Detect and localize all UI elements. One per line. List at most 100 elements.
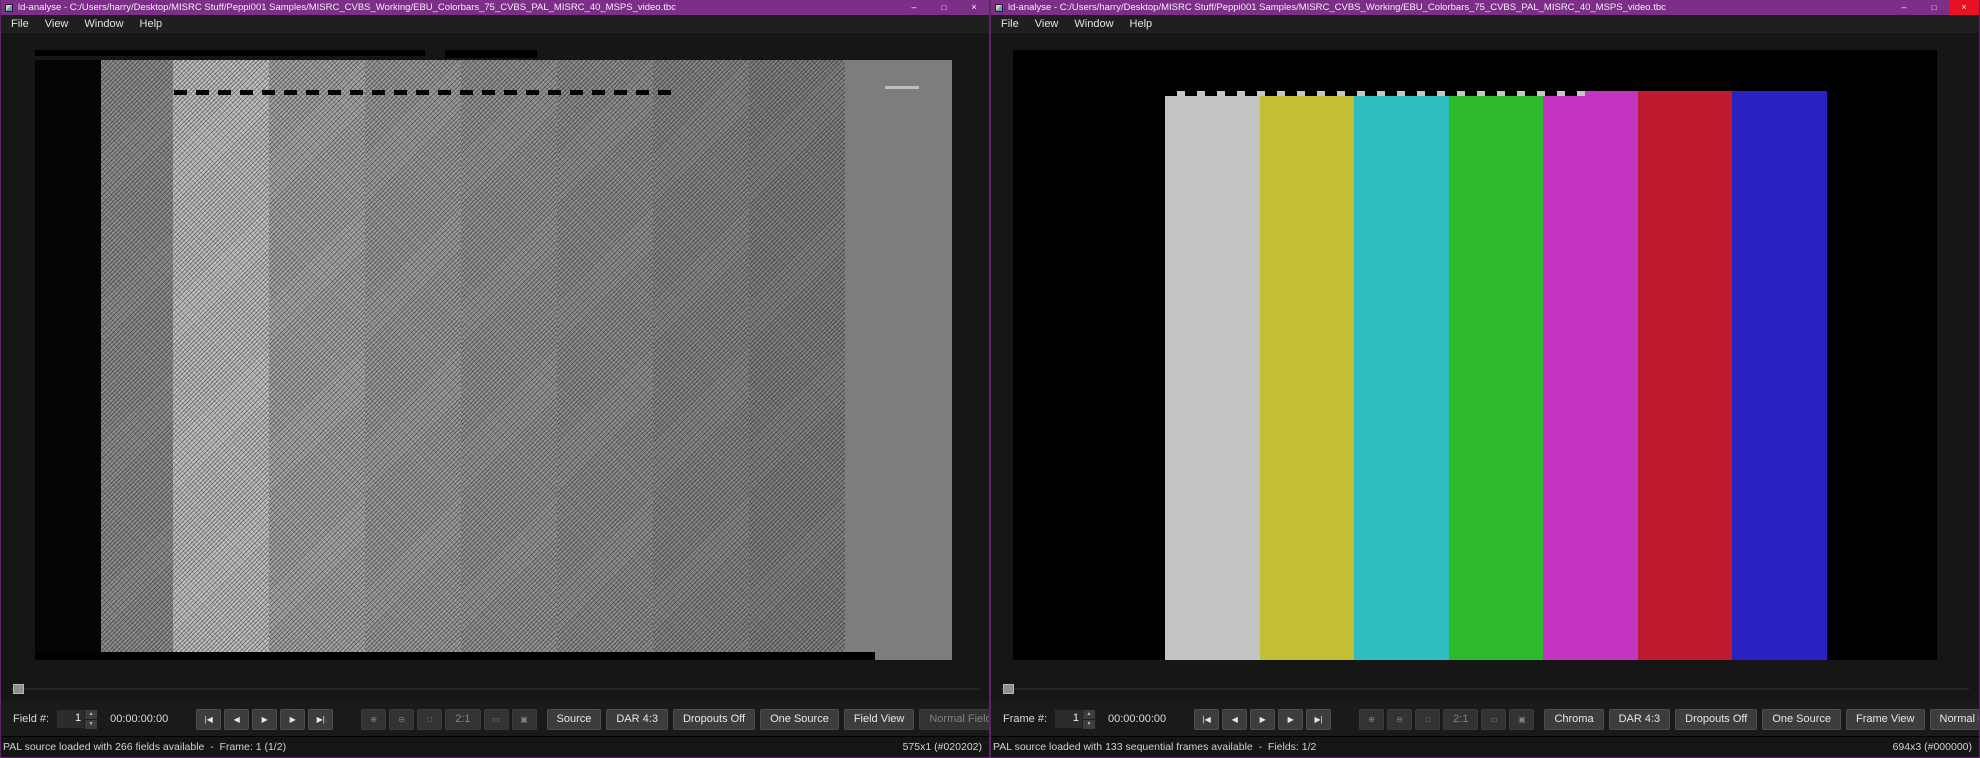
white-reference-dash [885, 86, 919, 89]
zoom-out-button[interactable]: ⊖ [1387, 708, 1413, 730]
menu-help[interactable]: Help [132, 15, 171, 34]
display-toggles: Source DAR 4:3 Dropouts Off One Source F… [546, 708, 989, 730]
chroma-mode-button[interactable]: Chroma [1544, 708, 1604, 730]
maximize-button[interactable]: □ [929, 0, 959, 15]
zoom-ratio-button[interactable]: 2:1 [445, 708, 481, 730]
status-message: PAL source loaded with 133 sequential fr… [993, 741, 1317, 753]
video-black-edge [35, 60, 101, 660]
spin-up-icon[interactable]: ▲ [84, 710, 98, 720]
desktop: ld-analyse - C:/Users/harry/Desktop/MISR… [0, 0, 1980, 758]
video-frame-luma[interactable] [35, 50, 952, 660]
position-value: 1 [1072, 712, 1080, 724]
zoom-in-button[interactable]: ⊕ [361, 708, 387, 730]
status-message: PAL source loaded with 266 fields availa… [3, 741, 287, 753]
source-mode-button[interactable]: Source [546, 708, 602, 730]
view-mode-button[interactable]: Frame View [1846, 708, 1925, 730]
teletext-dashes [174, 90, 679, 95]
view-mode-button[interactable]: Field View [843, 708, 915, 730]
position-value: 1 [74, 712, 82, 724]
position-spinbox[interactable]: 1 ▲ ▼ [1054, 709, 1097, 729]
timecode: 00:00:00:00 [110, 713, 169, 725]
playback-controls: |◀ ◀ ▶ ▶ ▶| [1194, 708, 1332, 730]
timecode: 00:00:00:00 [1108, 713, 1167, 725]
luma-bar-4 [461, 60, 557, 660]
tool-option-2-button[interactable]: ▣ [511, 708, 537, 730]
spin-down-icon[interactable]: ▼ [1082, 720, 1096, 729]
luma-bar-1 [173, 60, 269, 660]
video-frame-chroma[interactable] [1013, 50, 1937, 660]
display-toggles: Chroma DAR 4:3 Dropouts Off One Source F… [1544, 708, 1979, 730]
vbi-strip [35, 50, 952, 60]
field-order-button[interactable]: Normal Field-order [919, 708, 989, 730]
aspect-ratio-button[interactable]: DAR 4:3 [606, 708, 668, 730]
tool-option-1-button[interactable]: ▭ [1481, 708, 1507, 730]
colorbar-red [1637, 91, 1733, 660]
luma-bar-6 [653, 60, 749, 660]
step-back-button[interactable]: ◀ [224, 708, 250, 730]
colorbar-magenta [1543, 91, 1638, 660]
step-back-button[interactable]: ◀ [1222, 708, 1248, 730]
zoom-fit-button[interactable]: □ [417, 708, 443, 730]
zoom-fit-button[interactable]: □ [1415, 708, 1441, 730]
close-button[interactable]: × [1949, 0, 1979, 15]
minimize-button[interactable]: – [1889, 0, 1919, 15]
dropouts-button[interactable]: Dropouts Off [1675, 708, 1758, 730]
zoom-ratio-button[interactable]: 2:1 [1443, 708, 1479, 730]
play-button[interactable]: ▶ [252, 708, 278, 730]
maximize-button[interactable]: □ [1919, 0, 1949, 15]
dropouts-button[interactable]: Dropouts Off [672, 708, 756, 730]
zoom-in-button[interactable]: ⊕ [1359, 708, 1385, 730]
step-forward-button[interactable]: ▶ [280, 708, 306, 730]
play-button[interactable]: ▶ [1250, 708, 1276, 730]
window-title: ld-analyse - C:/Users/harry/Desktop/MISR… [18, 2, 676, 13]
luma-bar-5 [557, 60, 653, 660]
seek-slider[interactable] [11, 684, 979, 694]
pixel-readout: 575x1 (#020202) [902, 741, 982, 753]
position-label: Frame #: [1003, 713, 1048, 725]
position-spinbox[interactable]: 1 ▲ ▼ [56, 709, 99, 729]
pixel-readout: 694x3 (#000000) [1892, 741, 1972, 753]
close-button[interactable]: × [959, 0, 989, 15]
colorbar-blue [1732, 91, 1828, 660]
vbi-black-bar [35, 50, 425, 56]
menu-window[interactable]: Window [1066, 15, 1121, 34]
seek-slider[interactable] [1001, 684, 1969, 694]
luma-columns [35, 60, 952, 660]
playback-controls: |◀ ◀ ▶ ▶ ▶| [196, 708, 334, 730]
luma-bar-7 [749, 60, 845, 660]
tool-option-1-button[interactable]: ▭ [483, 708, 509, 730]
seek-handle[interactable] [1003, 684, 1014, 694]
skip-start-button[interactable]: |◀ [196, 708, 222, 730]
seek-groove [1001, 688, 1969, 690]
video-bottom-black [35, 652, 875, 660]
menu-file[interactable]: File [3, 15, 37, 34]
step-forward-button[interactable]: ▶ [1278, 708, 1304, 730]
menu-help[interactable]: Help [1122, 15, 1161, 34]
minimize-button[interactable]: – [899, 0, 929, 15]
skip-end-button[interactable]: ▶| [1306, 708, 1332, 730]
menu-view[interactable]: View [37, 15, 77, 34]
vbi-black-blob [445, 50, 537, 58]
one-source-button[interactable]: One Source [1762, 708, 1842, 730]
colorbar-green [1448, 91, 1544, 660]
titlebar[interactable]: ld-analyse - C:/Users/harry/Desktop/MISR… [1, 0, 989, 15]
spin-down-icon[interactable]: ▼ [84, 720, 98, 729]
zoom-controls: ⊕ ⊖ □ 2:1 ▭ ▣ [361, 708, 537, 730]
one-source-button[interactable]: One Source [760, 708, 839, 730]
luma-bar-3 [365, 60, 461, 660]
titlebar[interactable]: ld-analyse - C:/Users/harry/Desktop/MISR… [991, 0, 1979, 15]
toolbar: Field #: 1 ▲ ▼ 00:00:00:00 |◀ ◀ ▶ ▶ ▶| ⊕… [1, 702, 989, 736]
field-order-button[interactable]: Normal Field-order [1929, 708, 1979, 730]
zoom-out-button[interactable]: ⊖ [389, 708, 415, 730]
spin-up-icon[interactable]: ▲ [1082, 710, 1096, 720]
skip-start-button[interactable]: |◀ [1194, 708, 1220, 730]
app-icon [995, 3, 1003, 12]
aspect-ratio-button[interactable]: DAR 4:3 [1608, 708, 1671, 730]
skip-end-button[interactable]: ▶| [308, 708, 334, 730]
tool-option-2-button[interactable]: ▣ [1509, 708, 1535, 730]
menu-window[interactable]: Window [76, 15, 131, 34]
seek-handle[interactable] [13, 684, 24, 694]
window-luma: ld-analyse - C:/Users/harry/Desktop/MISR… [0, 0, 990, 758]
menu-view[interactable]: View [1027, 15, 1067, 34]
menu-file[interactable]: File [993, 15, 1027, 34]
